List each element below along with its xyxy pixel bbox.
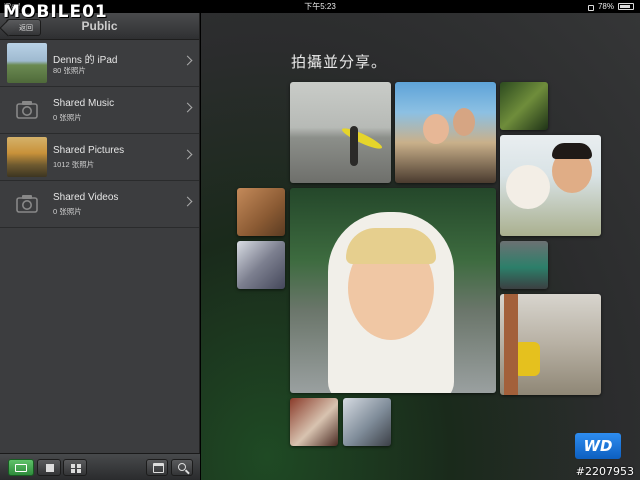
wd-logo: WD xyxy=(575,433,621,459)
photo-tile-cat[interactable] xyxy=(237,241,285,289)
battery-percent: 78% xyxy=(597,2,614,11)
item-title: Denns 的 iPad xyxy=(53,55,118,66)
folder-icon xyxy=(15,464,27,472)
chevron-right-icon xyxy=(182,196,193,207)
sidebar: 返回 Public Denns 的 iPad 80 张照片 Shared Mus… xyxy=(0,13,200,480)
watermark-id: #2207953 xyxy=(575,465,634,478)
chevron-right-icon xyxy=(182,102,193,113)
photo-tile-beach-surfer[interactable] xyxy=(290,82,391,183)
item-subtitle: 0 张照片 xyxy=(53,207,82,216)
grid-view-icon xyxy=(71,464,81,473)
watermark-logo: MOBILE01 xyxy=(3,2,108,22)
item-subtitle: 1012 张照片 xyxy=(53,160,95,169)
main-area: 拍攝並分享。 WD xyxy=(201,13,640,480)
item-title: Shared Music xyxy=(53,98,115,109)
calendar-button[interactable] xyxy=(146,459,168,476)
photo-tile-couple-selfie[interactable] xyxy=(395,82,496,183)
rotation-lock-icon xyxy=(587,4,594,11)
photo-tile-forest[interactable] xyxy=(500,82,548,130)
search-button[interactable] xyxy=(171,459,193,476)
battery-icon xyxy=(618,3,634,10)
chevron-right-icon xyxy=(182,149,193,160)
chevron-right-icon xyxy=(182,55,193,66)
list-item-shared-pictures[interactable]: Shared Pictures 1012 张照片 xyxy=(0,134,199,181)
item-title: Shared Videos xyxy=(53,192,119,203)
item-subtitle: 80 张照片 xyxy=(53,66,86,75)
photo-tile-kitten[interactable] xyxy=(237,188,285,236)
list-item-ipad[interactable]: Denns 的 iPad 80 张照片 xyxy=(0,40,199,87)
album-thumbnail xyxy=(7,137,47,177)
photo-tile-boat[interactable] xyxy=(500,241,548,289)
grid-view-button[interactable] xyxy=(63,459,87,476)
camera-icon xyxy=(16,195,38,213)
single-view-icon xyxy=(46,464,54,472)
sidebar-toolbar xyxy=(0,453,200,480)
calendar-icon xyxy=(153,463,164,473)
album-thumbnail xyxy=(7,43,47,83)
photo-tile-boy-dog[interactable] xyxy=(500,135,601,236)
photo-tile-scooter-street[interactable] xyxy=(500,294,601,395)
share-heading: 拍攝並分享。 xyxy=(291,54,388,71)
search-icon xyxy=(178,463,186,471)
list-item-shared-videos[interactable]: Shared Videos 0 张照片 xyxy=(0,181,199,228)
photo-tile-family-1[interactable] xyxy=(290,398,338,446)
single-view-button[interactable] xyxy=(37,459,61,476)
camera-icon xyxy=(16,101,38,119)
item-subtitle: 0 张照片 xyxy=(53,113,82,122)
list-item-shared-music[interactable]: Shared Music 0 张照片 xyxy=(0,87,199,134)
photo-tile-family-2[interactable] xyxy=(343,398,391,446)
status-right: 78% xyxy=(587,0,634,13)
folder-view-button[interactable] xyxy=(8,459,34,476)
photo-tile-hooded-child[interactable] xyxy=(290,188,496,393)
item-title: Shared Pictures xyxy=(53,145,125,156)
